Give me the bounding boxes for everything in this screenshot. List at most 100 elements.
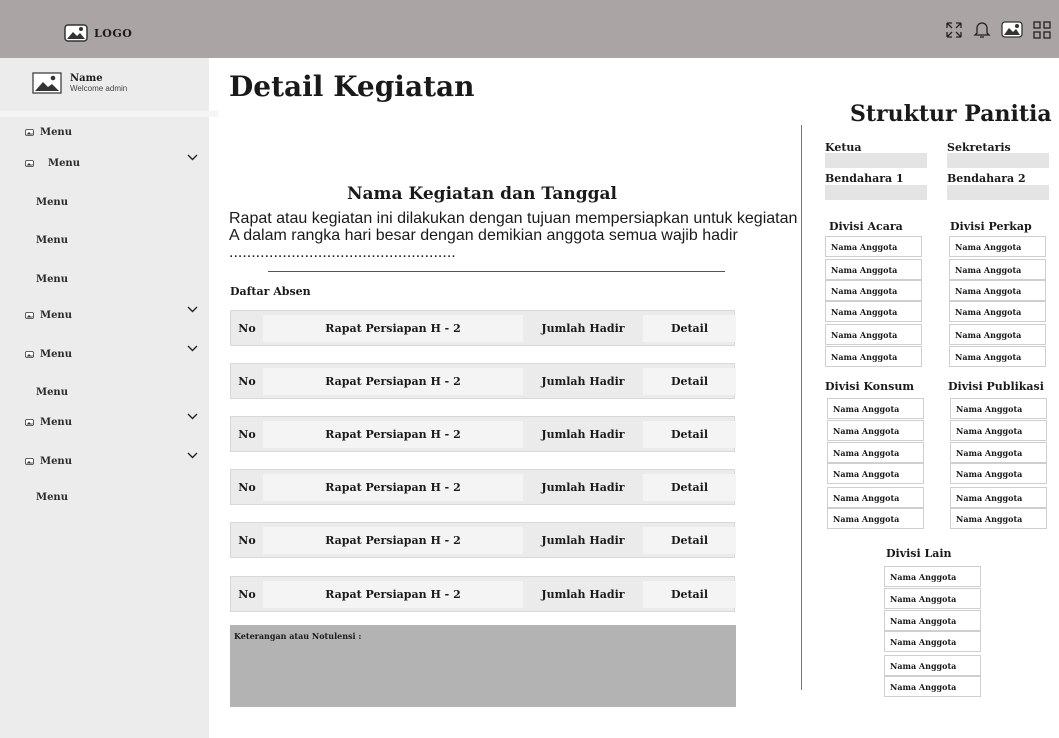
sidebar-item-label: Menu [40,456,72,467]
chevron-down-icon[interactable] [187,306,198,313]
sidebar-item-menu[interactable]: Menu [25,158,80,169]
user-name: Name [70,73,103,84]
row-no: No [231,527,263,554]
division-perkap-title: Divisi Perkap [950,220,1032,233]
member-item: Nama Anggota [827,398,924,419]
role-bendahara2-label: Bendahara 2 [947,172,1026,185]
user-profile[interactable]: Name Welcome admin [32,72,127,94]
sidebar-item-menu[interactable]: Menu [25,310,72,321]
sidebar-item-menu[interactable]: Menu [25,456,72,467]
role-sekretaris-field[interactable] [947,153,1049,168]
sidebar-item-menu[interactable]: Menu [25,127,72,138]
member-item: Nama Anggota [949,301,1046,322]
sidebar-item-menu[interactable]: Menu [25,417,72,428]
row-jumlah-hadir: Jumlah Hadir [523,368,643,395]
row-name: Rapat Persiapan H - 2 [263,368,523,395]
sidebar-item-label: Menu [40,417,72,428]
table-row[interactable]: No Rapat Persiapan H - 2 Jumlah Hadir Detai… [230,416,736,452]
row-detail-button[interactable]: Detail [643,421,736,448]
role-bendahara2-field[interactable] [947,185,1049,200]
grid-icon[interactable] [1033,20,1051,39]
panel-title: Struktur Panitia [850,101,1052,127]
member-item: Nama Anggota [825,301,922,322]
chevron-down-icon[interactable] [187,154,198,161]
row-detail-button[interactable]: Detail [643,474,736,501]
member-item: Nama Anggota [827,487,924,508]
member-item: Nama Anggota [950,420,1047,441]
member-item: Nama Anggota [884,610,981,631]
image-icon [25,458,34,465]
page-title: Detail Kegiatan [229,70,475,103]
table-row[interactable]: No Rapat Persiapan H - 2 Jumlah Hadir Detai… [230,310,736,346]
role-bendahara1-field[interactable] [825,185,927,200]
member-item: Nama Anggota [950,398,1047,419]
logo[interactable]: LOGO [64,22,132,44]
member-item: Nama Anggota [949,346,1046,367]
notes-box[interactable]: Keterangan atau Notulensi : [230,625,736,707]
member-item: Nama Anggota [950,463,1047,484]
division-publikasi-title: Divisi Publikasi [948,380,1044,393]
member-item: Nama Anggota [827,442,924,463]
row-detail-button[interactable]: Detail [643,581,736,608]
sidebar-item-label: Menu [36,197,68,208]
row-jumlah-hadir: Jumlah Hadir [523,474,643,501]
attendance-label: Daftar Absen [230,285,311,298]
row-name: Rapat Persiapan H - 2 [263,581,523,608]
member-item: Nama Anggota [884,631,981,652]
member-item: Nama Anggota [827,463,924,484]
table-row[interactable]: No Rapat Persiapan H - 2 Jumlah Hadir Detai… [230,522,736,558]
sidebar-item-menu[interactable]: Menu [25,349,72,360]
row-jumlah-hadir: Jumlah Hadir [523,315,643,342]
sidebar-item-label: Menu [36,492,68,503]
table-row[interactable]: No Rapat Persiapan H - 2 Jumlah Hadir Detai… [230,576,736,612]
bell-icon[interactable] [973,20,991,39]
sidebar-item-menu[interactable]: Menu [36,274,68,285]
row-no: No [231,421,263,448]
sidebar-item-menu[interactable]: Menu [36,235,68,246]
row-no: No [231,368,263,395]
chevron-down-icon[interactable] [187,413,198,420]
notes-label: Keterangan atau Notulensi : [234,631,362,641]
member-item: Nama Anggota [884,588,981,609]
member-item: Nama Anggota [827,420,924,441]
image-icon [25,312,34,319]
top-icons [945,20,1051,39]
top-bar [0,0,1059,58]
member-item: Nama Anggota [825,324,922,345]
sidebar-item-menu[interactable]: Menu [36,197,68,208]
row-no: No [231,474,263,501]
member-item: Nama Anggota [949,236,1046,257]
expand-icon[interactable] [945,21,963,39]
user-welcome: Welcome admin [70,84,128,93]
sidebar-item-menu[interactable]: Menu [36,387,68,398]
division-acara-title: Divisi Acara [829,220,903,233]
member-item: Nama Anggota [825,346,922,367]
member-item: Nama Anggota [950,442,1047,463]
sidebar-item-label: Menu [36,235,68,246]
chevron-down-icon[interactable] [187,345,198,352]
member-item: Nama Anggota [884,566,981,587]
table-row[interactable]: No Rapat Persiapan H - 2 Jumlah Hadir Detai… [230,363,736,399]
image-icon [25,160,34,167]
row-detail-button[interactable]: Detail [643,527,736,554]
member-item: Nama Anggota [884,655,981,676]
role-ketua-field[interactable] [825,153,927,168]
image-icon[interactable] [1001,21,1023,38]
sidebar-item-menu[interactable]: Menu [36,492,68,503]
event-description: Rapat atau kegiatan ini dilakukan dengan… [229,210,798,261]
row-name: Rapat Persiapan H - 2 [263,527,523,554]
chevron-down-icon[interactable] [187,452,198,459]
row-detail-button[interactable]: Detail [643,368,736,395]
member-item: Nama Anggota [825,280,922,301]
division-lain-title: Divisi Lain [886,547,952,560]
sidebar-item-label: Menu [48,158,80,169]
member-item: Nama Anggota [950,508,1047,529]
role-bendahara1-label: Bendahara 1 [825,172,904,185]
member-item: Nama Anggota [825,259,922,280]
row-detail-button[interactable]: Detail [643,315,736,342]
logo-text: LOGO [94,26,133,40]
member-item: Nama Anggota [949,259,1046,280]
avatar-icon [32,72,62,94]
table-row[interactable]: No Rapat Persiapan H - 2 Jumlah Hadir Detai… [230,469,736,505]
panel-divider [801,125,802,690]
